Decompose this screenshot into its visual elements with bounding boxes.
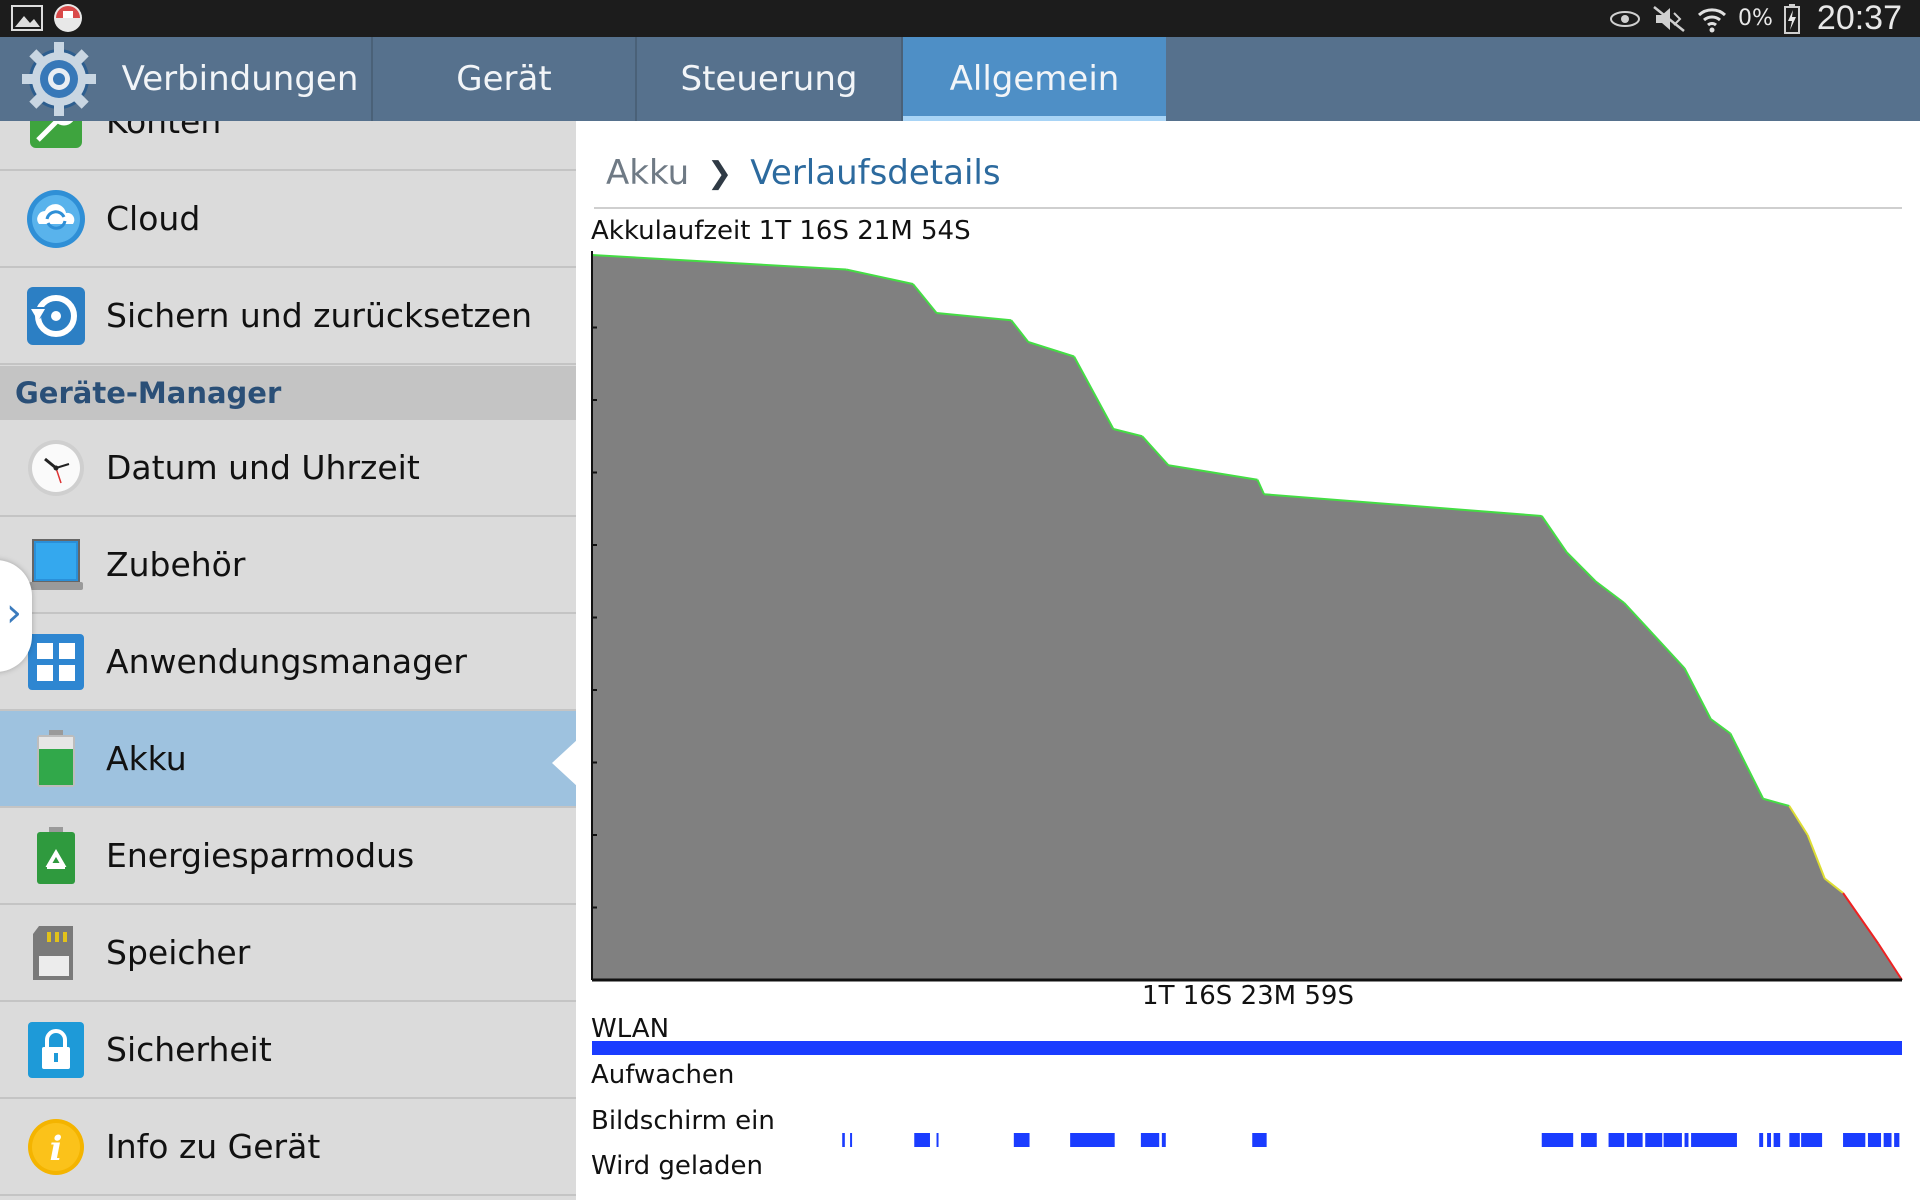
accessory-icon bbox=[25, 534, 87, 596]
screen-on-mark bbox=[1773, 1133, 1781, 1147]
screen-on-mark bbox=[1883, 1133, 1892, 1147]
active-item-indicator bbox=[552, 739, 578, 787]
section-header-geraete-manager: Geräte-Manager bbox=[0, 366, 576, 420]
screen-on-mark bbox=[1867, 1133, 1882, 1147]
divider bbox=[594, 207, 1902, 209]
sidebar-item-speicher[interactable]: Speicher bbox=[0, 905, 576, 1002]
battery-uptime-label: Akkulaufzeit 1T 16S 21M 54S bbox=[591, 216, 971, 246]
chart-x-label: 1T 16S 23M 59S bbox=[1142, 981, 1354, 1011]
power-saving-icon bbox=[25, 825, 87, 887]
cloud-sync-icon bbox=[25, 188, 87, 250]
screen-on-mark bbox=[1581, 1133, 1597, 1147]
screen-on-mark bbox=[1767, 1133, 1771, 1147]
status-time: 20:37 bbox=[1816, 0, 1902, 37]
sidebar-item-label: Konten bbox=[106, 121, 222, 141]
tab-allgemein[interactable]: Allgemein bbox=[903, 37, 1166, 121]
sidebar-item-label: Energiesparmodus bbox=[106, 836, 415, 875]
track-label-bildschirm-ein: Bildschirm ein bbox=[591, 1106, 775, 1136]
battery-percent: 0% bbox=[1738, 6, 1773, 31]
status-bar: 0% 20:37 bbox=[0, 0, 1920, 37]
screen-on-mark bbox=[1252, 1133, 1267, 1147]
battery-icon bbox=[25, 728, 87, 790]
sidebar-item-label: Cloud bbox=[106, 199, 201, 238]
sd-card-icon bbox=[25, 922, 87, 984]
key-icon bbox=[25, 121, 87, 153]
breadcrumb-current: Verlaufsdetails bbox=[750, 153, 1001, 193]
status-left-icons bbox=[11, 4, 82, 32]
screen-on-mark bbox=[1140, 1133, 1160, 1147]
screen-on-mark bbox=[936, 1133, 939, 1147]
sidebar-item-label: Zubehör bbox=[106, 545, 246, 584]
sidebar-item-label: Anwendungsmanager bbox=[106, 642, 467, 681]
screen-on-mark bbox=[1645, 1133, 1663, 1147]
sidebar-item-konten[interactable]: Konten bbox=[0, 121, 576, 171]
app-notification-icon bbox=[54, 4, 82, 32]
lock-icon bbox=[25, 1019, 87, 1081]
mute-icon bbox=[1653, 5, 1685, 32]
info-icon: i bbox=[25, 1116, 87, 1178]
clock-icon bbox=[25, 437, 87, 499]
chevron-right-icon: ❯ bbox=[707, 155, 733, 191]
screen-on-mark bbox=[1541, 1133, 1574, 1147]
screen-on-mark bbox=[1626, 1133, 1643, 1147]
screen-on-mark bbox=[1684, 1133, 1689, 1147]
settings-gear-icon bbox=[22, 42, 96, 116]
sidebar-item-zubehoer[interactable]: Zubehör bbox=[0, 517, 576, 614]
screen-on-mark bbox=[850, 1133, 853, 1147]
battery-history-panel: Akku ❯ Verlaufsdetails Akkulaufzeit 1T 1… bbox=[576, 121, 1920, 1200]
tab-geraet[interactable]: Gerät bbox=[373, 37, 635, 121]
tab-steuerung[interactable]: Steuerung bbox=[637, 37, 901, 121]
screen-on-mark bbox=[1070, 1133, 1115, 1147]
screen-on-mark bbox=[1801, 1133, 1823, 1147]
screen-on-mark bbox=[914, 1133, 930, 1147]
screen-on-mark bbox=[1663, 1133, 1682, 1147]
track-label-wird-geladen: Wird geladen bbox=[591, 1151, 763, 1181]
sidebar-item-label: Sicherheit bbox=[106, 1030, 272, 1069]
wlan-active-bar bbox=[592, 1041, 1902, 1055]
svg-text:i: i bbox=[50, 1129, 63, 1169]
screen-on-mark bbox=[842, 1133, 845, 1147]
screen-on-mark bbox=[1894, 1133, 1900, 1147]
sidebar-item-label: Datum und Uhrzeit bbox=[106, 448, 420, 487]
wifi-icon bbox=[1697, 7, 1727, 32]
screen-on-mark bbox=[1608, 1133, 1625, 1147]
gallery-icon bbox=[11, 5, 43, 31]
screen-on-mark bbox=[1161, 1133, 1166, 1147]
sidebar-item-label: Info zu Gerät bbox=[106, 1127, 321, 1166]
sidebar-item-sicherheit[interactable]: Sicherheit bbox=[0, 1002, 576, 1099]
battery-level-area bbox=[592, 255, 1902, 980]
breadcrumb: Akku ❯ Verlaufsdetails bbox=[606, 153, 1001, 193]
battery-charging-icon bbox=[1783, 3, 1800, 34]
smart-stay-eye-icon bbox=[1610, 10, 1640, 27]
breadcrumb-parent[interactable]: Akku bbox=[606, 153, 689, 193]
screen-on-mark bbox=[1691, 1133, 1737, 1147]
sidebar-item-label: Akku bbox=[106, 739, 187, 778]
screen-on-mark bbox=[1013, 1133, 1030, 1147]
screen-on-mark bbox=[1789, 1133, 1800, 1147]
sidebar-item-datum-uhrzeit[interactable]: Datum und Uhrzeit bbox=[0, 420, 576, 517]
sidebar-item-info-zu-geraet[interactable]: i Info zu Gerät bbox=[0, 1099, 576, 1196]
tab-verbindungen[interactable]: Verbindungen bbox=[110, 37, 370, 121]
sidebar-item-label: Sichern und zurücksetzen bbox=[106, 296, 533, 335]
sidebar-item-energiesparmodus[interactable]: Energiesparmodus bbox=[0, 808, 576, 905]
screen-on-mark bbox=[1843, 1133, 1866, 1147]
track-label-wlan: WLAN bbox=[591, 1014, 670, 1044]
sidebar-item-akku[interactable]: Akku bbox=[0, 711, 576, 808]
settings-tab-bar: Verbindungen Gerät Steuerung Allgemein bbox=[0, 37, 1920, 121]
sidebar-item-anwendungsmanager[interactable]: Anwendungsmanager bbox=[0, 614, 576, 711]
app-grid-icon bbox=[25, 631, 87, 693]
sidebar-item-sichern[interactable]: Sichern und zurücksetzen bbox=[0, 268, 576, 365]
backup-restore-icon bbox=[25, 285, 87, 347]
screen-on-mark bbox=[1759, 1133, 1764, 1147]
sidebar-item-label: Speicher bbox=[106, 933, 251, 972]
sidebar-item-cloud[interactable]: Cloud bbox=[0, 171, 576, 268]
settings-sidebar[interactable]: Konten Cloud Sichern und zurücksetzen Ge… bbox=[0, 121, 576, 1200]
track-label-aufwachen: Aufwachen bbox=[591, 1060, 735, 1090]
chevron-right-icon: › bbox=[6, 590, 22, 636]
battery-history-chart bbox=[591, 251, 1903, 1147]
